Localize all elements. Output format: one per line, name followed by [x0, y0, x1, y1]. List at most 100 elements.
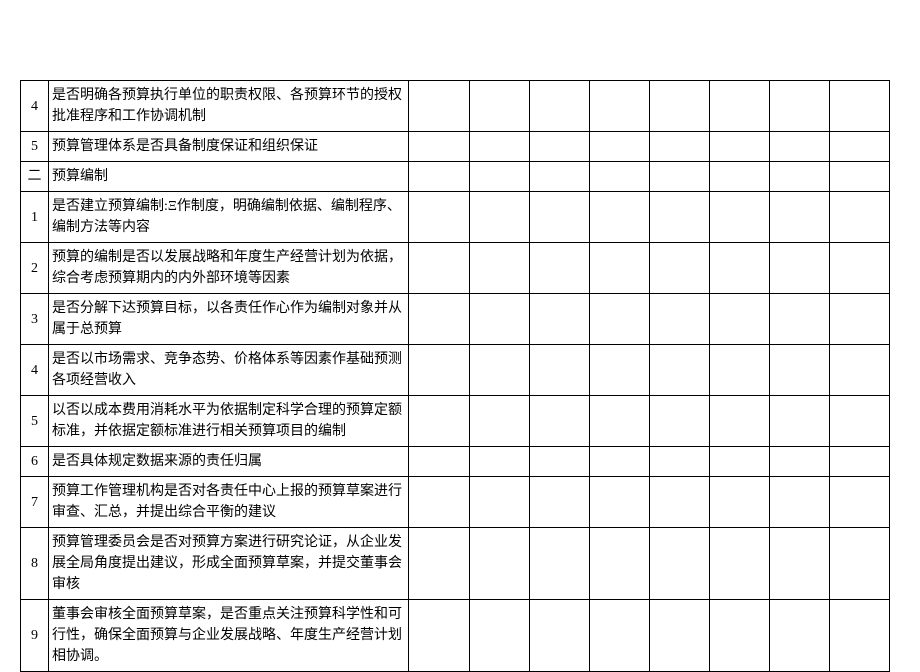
- blank-cell: [709, 345, 769, 396]
- blank-cell: [709, 396, 769, 447]
- row-number: 1: [21, 192, 49, 243]
- blank-cell: [589, 345, 649, 396]
- blank-cell: [469, 528, 529, 600]
- row-description: 预算工作管理机构是否对各责任中心上报的预算草案进行审查、汇总，并提出综合平衡的建…: [49, 477, 409, 528]
- blank-cell: [589, 528, 649, 600]
- blank-cell: [529, 81, 589, 132]
- blank-cell: [649, 132, 709, 162]
- blank-cell: [649, 447, 709, 477]
- row-number: 4: [21, 345, 49, 396]
- blank-cell: [829, 132, 889, 162]
- blank-cell: [769, 132, 829, 162]
- row-description: 预算的编制是否以发展战略和年度生产经营计划为依据，综合考虑预算期内的内外部环境等…: [49, 243, 409, 294]
- table-row: 7预算工作管理机构是否对各责任中心上报的预算草案进行审查、汇总，并提出综合平衡的…: [21, 477, 890, 528]
- table-row: 4是否以市场需求、竞争态势、价格体系等因素作基础预测各项经营收入: [21, 345, 890, 396]
- blank-cell: [589, 600, 649, 672]
- blank-cell: [829, 528, 889, 600]
- blank-cell: [709, 162, 769, 192]
- blank-cell: [529, 345, 589, 396]
- blank-cell: [529, 396, 589, 447]
- blank-cell: [589, 396, 649, 447]
- blank-cell: [409, 243, 469, 294]
- blank-cell: [649, 477, 709, 528]
- row-description: 是否明确各预算执行单位的职责权限、各预算环节的授权批准程序和工作协调机制: [49, 81, 409, 132]
- blank-cell: [829, 345, 889, 396]
- table-row: 8预算管理委员会是否对预算方案进行研究论证，从企业发展全局角度提出建议，形成全面…: [21, 528, 890, 600]
- blank-cell: [589, 294, 649, 345]
- table-row: 5以否以成本费用消耗水平为依据制定科学合理的预算定额标准，并依据定额标准进行相关…: [21, 396, 890, 447]
- blank-cell: [769, 477, 829, 528]
- blank-cell: [529, 192, 589, 243]
- blank-cell: [709, 294, 769, 345]
- blank-cell: [409, 600, 469, 672]
- row-description: 预算管理体系是否具备制度保证和组织保证: [49, 132, 409, 162]
- blank-cell: [469, 192, 529, 243]
- blank-cell: [709, 81, 769, 132]
- checklist-table-container: 4是否明确各预算执行单位的职责权限、各预算环节的授权批准程序和工作协调机制5预算…: [20, 80, 890, 672]
- blank-cell: [709, 528, 769, 600]
- blank-cell: [649, 162, 709, 192]
- blank-cell: [769, 162, 829, 192]
- row-description: 是否具体规定数据来源的责任归属: [49, 447, 409, 477]
- table-row: 4是否明确各预算执行单位的职责权限、各预算环节的授权批准程序和工作协调机制: [21, 81, 890, 132]
- blank-cell: [649, 396, 709, 447]
- blank-cell: [409, 81, 469, 132]
- blank-cell: [589, 243, 649, 294]
- blank-cell: [529, 477, 589, 528]
- blank-cell: [409, 528, 469, 600]
- blank-cell: [769, 528, 829, 600]
- row-description: 预算管理委员会是否对预算方案进行研究论证，从企业发展全局角度提出建议，形成全面预…: [49, 528, 409, 600]
- row-number: 5: [21, 396, 49, 447]
- blank-cell: [769, 600, 829, 672]
- row-number: 二: [21, 162, 49, 192]
- blank-cell: [829, 294, 889, 345]
- row-description: 以否以成本费用消耗水平为依据制定科学合理的预算定额标准，并依据定额标准进行相关预…: [49, 396, 409, 447]
- blank-cell: [589, 447, 649, 477]
- blank-cell: [769, 447, 829, 477]
- blank-cell: [649, 81, 709, 132]
- blank-cell: [529, 528, 589, 600]
- blank-cell: [709, 477, 769, 528]
- blank-cell: [469, 477, 529, 528]
- blank-cell: [409, 447, 469, 477]
- blank-cell: [529, 132, 589, 162]
- row-number: 8: [21, 528, 49, 600]
- table-row: 5预算管理体系是否具备制度保证和组织保证: [21, 132, 890, 162]
- table-row: 3是否分解下达预算目标，以各责任作心作为编制对象并从属于总预算: [21, 294, 890, 345]
- blank-cell: [589, 162, 649, 192]
- table-row: 6是否具体规定数据来源的责任归属: [21, 447, 890, 477]
- row-description: 董事会审核全面预算草案，是否重点关注预算科学性和可行性，确保全面预算与企业发展战…: [49, 600, 409, 672]
- table-row: 二预算编制: [21, 162, 890, 192]
- blank-cell: [769, 81, 829, 132]
- row-number: 3: [21, 294, 49, 345]
- blank-cell: [529, 162, 589, 192]
- row-description: 是否建立预算编制:Ξ作制度，明确编制依据、编制程序、编制方法等内容: [49, 192, 409, 243]
- blank-cell: [409, 132, 469, 162]
- blank-cell: [469, 447, 529, 477]
- blank-cell: [649, 294, 709, 345]
- checklist-table: 4是否明确各预算执行单位的职责权限、各预算环节的授权批准程序和工作协调机制5预算…: [20, 80, 890, 672]
- blank-cell: [829, 162, 889, 192]
- blank-cell: [529, 243, 589, 294]
- blank-cell: [649, 243, 709, 294]
- blank-cell: [589, 477, 649, 528]
- blank-cell: [409, 162, 469, 192]
- blank-cell: [769, 396, 829, 447]
- blank-cell: [649, 345, 709, 396]
- blank-cell: [469, 162, 529, 192]
- row-number: 9: [21, 600, 49, 672]
- blank-cell: [649, 192, 709, 243]
- blank-cell: [829, 396, 889, 447]
- blank-cell: [829, 243, 889, 294]
- blank-cell: [649, 528, 709, 600]
- blank-cell: [649, 600, 709, 672]
- row-description: 是否分解下达预算目标，以各责任作心作为编制对象并从属于总预算: [49, 294, 409, 345]
- blank-cell: [709, 447, 769, 477]
- blank-cell: [469, 81, 529, 132]
- blank-cell: [469, 132, 529, 162]
- blank-cell: [529, 600, 589, 672]
- blank-cell: [769, 243, 829, 294]
- blank-cell: [469, 345, 529, 396]
- blank-cell: [409, 396, 469, 447]
- blank-cell: [469, 243, 529, 294]
